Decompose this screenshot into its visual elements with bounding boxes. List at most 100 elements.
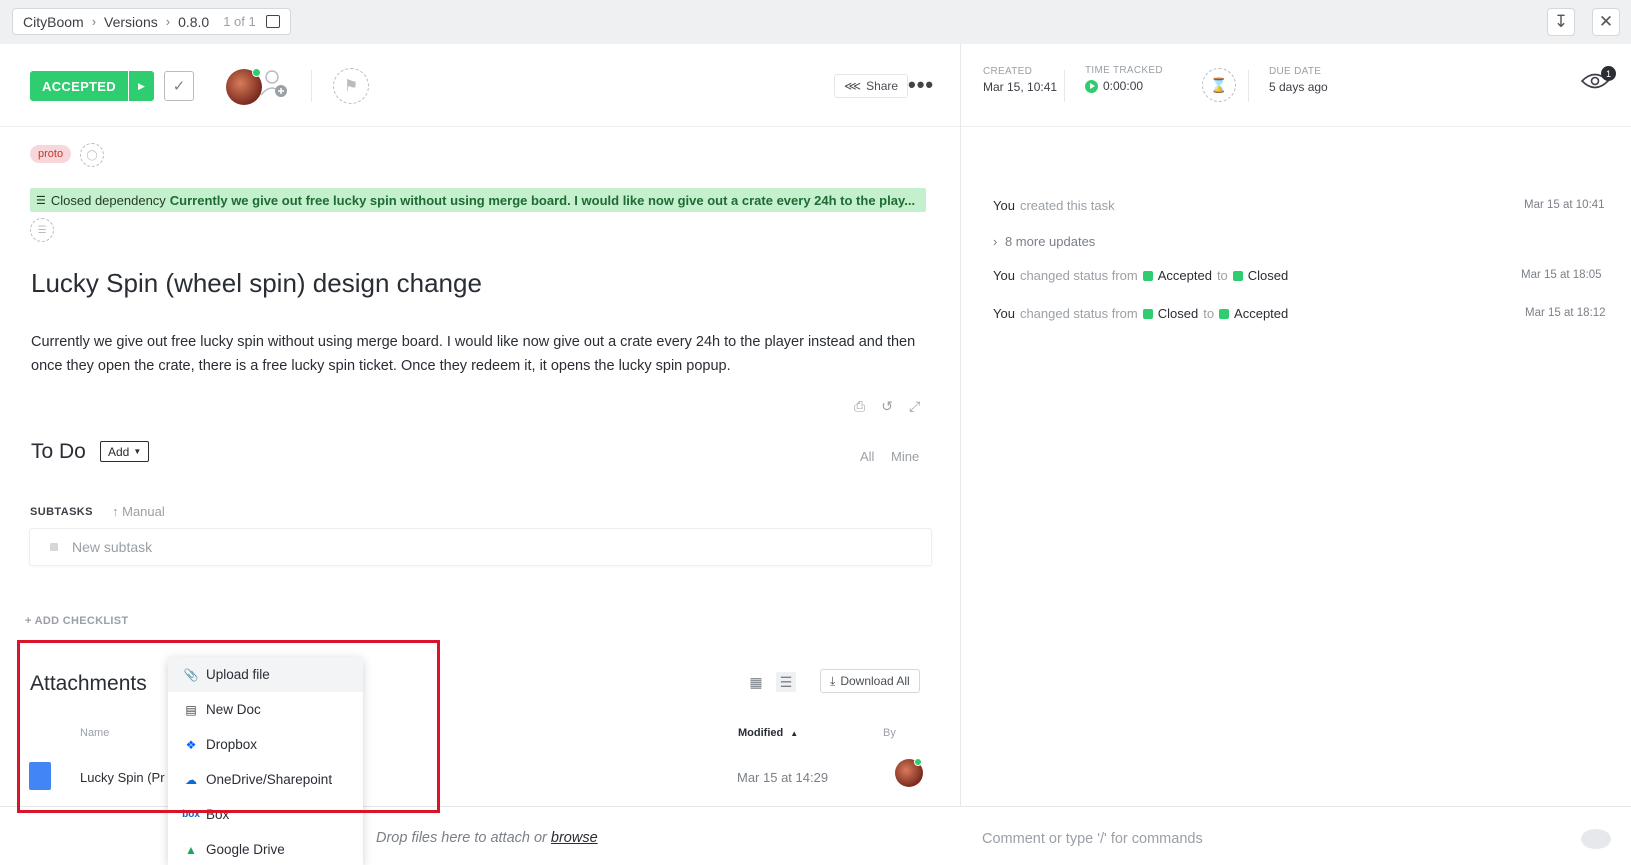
complete-checkbox[interactable]: ✓ — [164, 71, 194, 101]
menu-item-label: Google Drive — [206, 842, 285, 857]
status-color-icon — [1142, 308, 1153, 319]
tag-proto[interactable]: proto — [30, 145, 72, 163]
check-icon: ✓ — [172, 78, 186, 95]
print-icon[interactable]: ⎙ — [854, 398, 865, 415]
menu-onedrive[interactable]: ☁ OneDrive/Sharepoint — [168, 762, 363, 797]
paperclip-icon: 📎 — [183, 667, 199, 682]
status-to: Closed — [1247, 268, 1289, 283]
task-description[interactable]: Currently we give out free lucky spin wi… — [31, 330, 931, 378]
menu-box[interactable]: box Box — [168, 797, 363, 832]
next-status-icon[interactable]: ▶ — [129, 71, 154, 101]
google-drive-icon: ▲ — [185, 842, 197, 857]
more-updates-toggle[interactable]: › 8 more updates — [993, 234, 1095, 249]
column-by[interactable]: By — [883, 727, 896, 739]
online-indicator — [914, 758, 922, 766]
history-icon[interactable]: ↺ — [881, 398, 893, 415]
add-dependency-icon[interactable]: ☰ — [30, 218, 54, 242]
play-icon[interactable] — [1085, 79, 1098, 93]
filter-mine[interactable]: Mine — [891, 449, 919, 464]
activity-status-change: You changed status from Closed to Accept… — [993, 306, 1288, 321]
subtask-status-icon — [50, 543, 58, 551]
view-toggle: ▦ ☰ — [746, 672, 796, 692]
status-color-icon — [1219, 308, 1230, 319]
column-name[interactable]: Name — [80, 727, 109, 739]
attachment-name[interactable]: Lucky Spin (Pr — [80, 770, 165, 785]
time-tracker[interactable]: 0:00:00 — [1085, 79, 1163, 93]
status-from: Accepted — [1157, 268, 1212, 283]
watchers-count: 1 — [1601, 66, 1616, 81]
share-button[interactable]: ⋘ Share — [834, 74, 909, 98]
breadcrumb-workspace[interactable]: CityBoom — [23, 14, 84, 30]
dropzone[interactable]: Drop files here to attach or browse — [376, 830, 598, 846]
menu-google-drive[interactable]: ▲ Google Drive — [168, 832, 363, 865]
priority-flag-button[interactable]: ⚑ — [333, 68, 369, 104]
breadcrumb-list[interactable]: 0.8.0 — [178, 14, 209, 30]
arrow-up-icon: ↑ — [112, 504, 119, 519]
watchers-button[interactable]: 1 — [1580, 66, 1616, 95]
minimize-icon: ↧ — [1553, 12, 1569, 31]
minimize-button[interactable]: ↧ — [1547, 8, 1575, 36]
menu-item-label: New Doc — [206, 702, 261, 717]
add-tag-icon[interactable]: ◯ — [80, 143, 104, 167]
close-icon: ✕ — [1598, 12, 1614, 31]
caret-down-icon: ▼ — [133, 447, 142, 456]
status-to: Accepted — [1234, 306, 1289, 321]
new-subtask-placeholder: New subtask — [72, 539, 153, 555]
activity-created: You created this task — [993, 198, 1115, 213]
add-assignee-icon[interactable] — [259, 67, 289, 101]
doc-toolbar: ⎙ ↺ ⤢ — [854, 398, 920, 415]
menu-new-doc[interactable]: ▤ New Doc — [168, 692, 363, 727]
column-modified-label: Modified — [738, 727, 784, 739]
time-tracked-meta: TIME TRACKED 0:00:00 — [1085, 65, 1163, 93]
close-button[interactable]: ✕ — [1592, 8, 1620, 36]
comment-input[interactable]: Comment or type '/' for commands — [982, 831, 1203, 847]
share-icon: ⋘ — [844, 79, 862, 93]
column-modified[interactable]: Modified ▲ — [738, 727, 798, 739]
activity-action: changed status from — [1019, 268, 1138, 283]
more-options-icon[interactable]: ••• — [908, 72, 934, 98]
add-checklist-button[interactable]: + ADD CHECKLIST — [25, 615, 128, 627]
download-all-button[interactable]: ⤓ Download All — [820, 669, 920, 693]
header-divider — [0, 126, 960, 127]
todo-add-button[interactable]: Add ▼ — [100, 441, 150, 462]
open-external-icon[interactable] — [265, 15, 280, 28]
activity-panel: CREATED Mar 15, 10:41 TIME TRACKED 0:00:… — [960, 44, 1631, 865]
breadcrumb-folder[interactable]: Versions — [104, 14, 158, 30]
expand-icon[interactable]: ⤢ — [909, 398, 920, 415]
sort-manual[interactable]: ↑ Manual — [112, 504, 165, 519]
list-view-icon[interactable]: ☰ — [776, 672, 796, 692]
activity-action: created this task — [1019, 198, 1115, 213]
activity-actor: You — [993, 306, 1015, 321]
flag-icon: ⚑ — [343, 78, 359, 95]
sort-up-icon: ▲ — [790, 729, 799, 738]
task-title[interactable]: Lucky Spin (wheel spin) design change — [31, 268, 482, 299]
time-estimate-button[interactable]: ⌛ — [1202, 68, 1236, 102]
chevron-right-icon: › — [165, 14, 171, 29]
comment-bubble-icon[interactable] — [1581, 829, 1611, 849]
activity-actor: You — [993, 268, 1015, 283]
chevron-right-icon: › — [91, 14, 97, 29]
status-color-icon — [1232, 270, 1243, 281]
menu-dropbox[interactable]: ❖ Dropbox — [168, 727, 363, 762]
status-button[interactable]: ACCEPTED ▶ — [30, 71, 154, 101]
download-icon: ⤓ — [830, 673, 836, 688]
todo-title: To Do — [31, 440, 86, 463]
top-bar: CityBoom › Versions › 0.8.0 1 of 1 ↧ ✕ — [0, 0, 1631, 44]
sort-label: Manual — [122, 504, 165, 519]
activity-action: changed status from — [1019, 306, 1138, 321]
dependency-banner[interactable]: ☰ Closed dependency Currently we give ou… — [30, 188, 926, 212]
dependency-label: Closed dependency — [50, 192, 166, 208]
browse-link[interactable]: browse — [551, 830, 598, 846]
dependency-link[interactable]: Currently we give out free lucky spin wi… — [170, 193, 915, 208]
grid-view-icon[interactable]: ▦ — [746, 672, 766, 692]
onedrive-icon: ☁ — [185, 772, 197, 787]
menu-upload-file[interactable]: 📎 Upload file — [168, 657, 363, 692]
due-date-label: DUE DATE — [1269, 66, 1322, 77]
filter-all[interactable]: All — [860, 449, 874, 464]
divider — [311, 70, 312, 102]
attachments-title: Attachments — [30, 672, 147, 695]
activity-time: Mar 15 at 10:41 — [1524, 199, 1605, 211]
due-date-meta[interactable]: DUE DATE 5 days ago — [1269, 66, 1328, 94]
new-subtask-input[interactable]: New subtask — [29, 528, 932, 566]
status-label[interactable]: ACCEPTED — [30, 71, 128, 101]
